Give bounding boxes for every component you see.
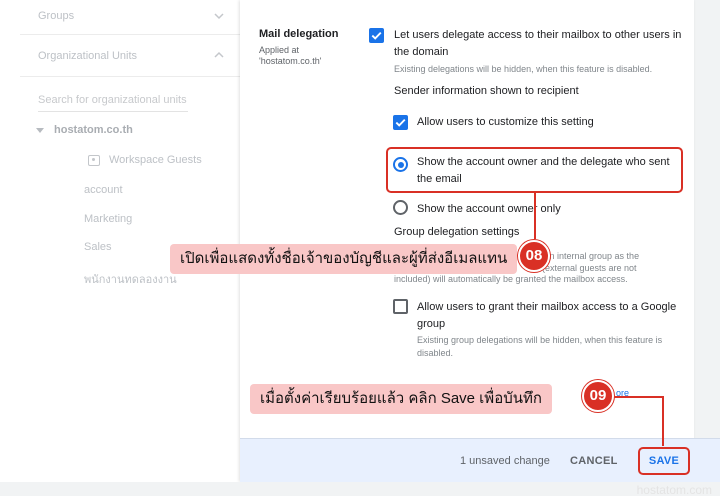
callout-09-badge: 09 (582, 380, 614, 412)
delegate-label: Let users delegate access to their mailb… (394, 27, 694, 61)
expand-arrow-icon[interactable] (36, 127, 44, 133)
save-bar: 1 unsaved change CANCEL SAVE (240, 438, 720, 482)
google-group-label-line: group (417, 318, 446, 330)
ou-item-label: Workspace Guests (109, 154, 202, 166)
google-group-label: Allow users to grant their mailbox acces… (417, 299, 687, 333)
ou-item-marketing[interactable]: Marketing (84, 213, 132, 225)
callout-09-connector-v (662, 396, 664, 446)
page-background (20, 482, 720, 496)
ou-root-label: hostatom.co.th (54, 124, 133, 136)
org-units-section[interactable]: Organizational Units (38, 50, 137, 62)
google-group-checkbox[interactable] (393, 299, 408, 314)
customize-label: Allow users to customize this setting (417, 116, 594, 128)
applied-at-ou: 'hostatom.co.th' (259, 56, 322, 66)
callout-08-connector (534, 192, 536, 239)
google-group-hint-line: disabled. (417, 348, 454, 358)
ou-root-item[interactable]: hostatom.co.th (36, 124, 133, 136)
watermark: hostatom.com (636, 483, 712, 496)
delegate-hint: Existing delegations will be hidden, whe… (394, 64, 653, 74)
callout-09-text: เมื่อตั้งค่าเรียบร้อยแล้ว คลิก Save เพื่… (250, 384, 552, 414)
delegate-label-line: the domain (394, 46, 449, 58)
applied-at: Applied at 'hostatom.co.th' (259, 45, 349, 67)
ou-item-sales[interactable]: Sales (84, 241, 112, 253)
callout-08-text: เปิดเพื่อแสดงทั้งชื่อเจ้าของบัญชีและผู้ท… (170, 244, 518, 274)
radio-highlight-box (386, 147, 683, 193)
ou-search-input[interactable]: Search for organizational units (38, 94, 188, 112)
radio-owner-only[interactable] (393, 200, 408, 215)
chevron-up-icon[interactable] (214, 50, 224, 60)
applied-at-line: Applied at (259, 45, 300, 55)
sidebar: Groups Organizational Units Search for o… (0, 0, 240, 482)
delegate-checkbox[interactable] (369, 28, 384, 43)
guest-folder-icon (88, 154, 100, 166)
groups-section[interactable]: Groups (38, 10, 74, 22)
callout-09-connector-h (611, 396, 663, 398)
group-hint-line: d an internal group as the (537, 251, 640, 261)
cancel-button[interactable]: CANCEL (570, 455, 618, 467)
callout-08-badge: 08 (518, 240, 550, 272)
google-group-hint-line: Existing group delegations will be hidde… (417, 335, 663, 345)
chevron-down-icon[interactable] (214, 11, 224, 21)
delegate-label-line: Let users delegate access to their mailb… (394, 29, 682, 41)
sender-info-heading: Sender information shown to recipient (394, 85, 579, 97)
ou-item-workspace-guests[interactable]: Workspace Guests (88, 154, 202, 166)
setting-title: Mail delegation (259, 28, 339, 40)
google-group-label-line: Allow users to grant their mailbox acces… (417, 301, 677, 313)
divider (20, 76, 240, 77)
unsaved-count: 1 unsaved change (460, 455, 550, 467)
radio-owner-only-label: Show the account owner only (417, 203, 561, 215)
ou-item-account[interactable]: account (84, 184, 123, 196)
group-delegation-heading: Group delegation settings (394, 226, 520, 238)
divider (20, 34, 240, 35)
group-hint-line: included) will automatically be granted … (394, 274, 628, 284)
save-button[interactable]: SAVE (638, 447, 690, 475)
ou-item-probation-staff[interactable]: พนักงานทดลองงาน (84, 270, 177, 288)
customize-checkbox[interactable] (393, 115, 408, 130)
